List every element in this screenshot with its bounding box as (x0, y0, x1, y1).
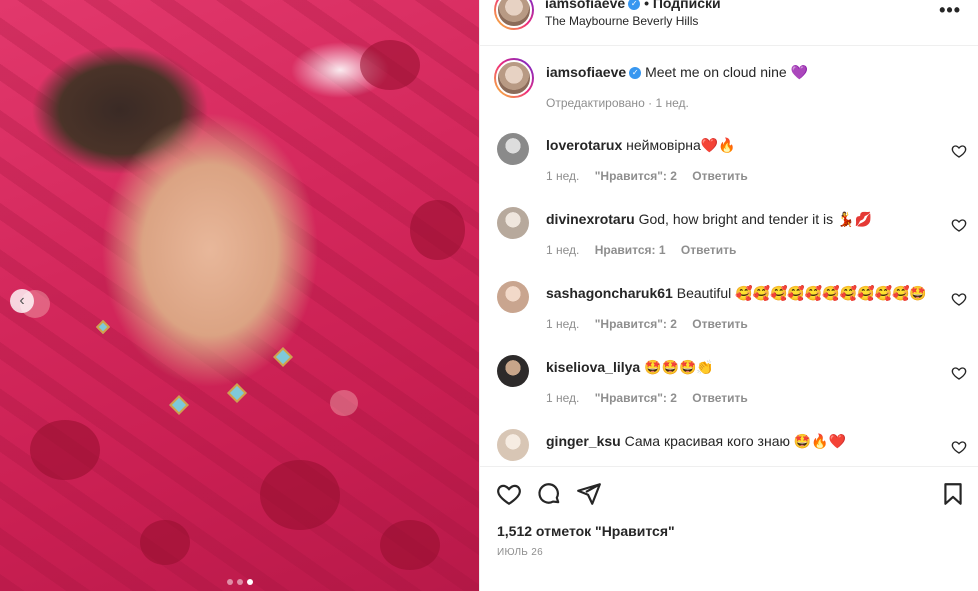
caption-time[interactable]: 1 нед. (655, 96, 688, 110)
fabric-flower (260, 460, 340, 530)
post-photo[interactable]: ‹ (0, 0, 479, 591)
fabric-flower (140, 520, 190, 565)
comment-time[interactable]: 1 нед. (546, 317, 579, 331)
comment-text-row: ginger_ksu Сама красивая кого знаю 🤩🔥❤️ (546, 433, 846, 450)
carousel-prev-button[interactable]: ‹ (10, 289, 34, 313)
comment-body: 🤩🤩🤩👏 (644, 359, 714, 375)
comment-meta: 1 нед. "Нравится": 2 Ответить (546, 169, 748, 183)
avatar[interactable] (497, 133, 529, 165)
comment-meta: 1 нед. "Нравится": 2 Ответить (546, 391, 748, 405)
avatar[interactable] (497, 429, 529, 461)
comment-likes[interactable]: "Нравится": 2 (595, 169, 677, 183)
comment-time[interactable]: 1 нед. (546, 243, 579, 257)
comment-username[interactable]: ginger_ksu (546, 433, 621, 449)
edited-label: Отредактировано (546, 96, 645, 110)
comment-item: ginger_ksu Сама красивая кого знаю 🤩🔥❤️ (497, 429, 967, 465)
comment-body: Beautiful 🥰🥰🥰🥰🥰🥰🥰🥰🥰🥰🤩 (676, 285, 927, 301)
chevron-left-icon: ‹ (19, 292, 25, 309)
header-separator: • (644, 0, 649, 11)
avatar[interactable] (494, 58, 534, 98)
comment-meta: 1 нед. Нравится: 1 Ответить (546, 243, 736, 257)
necklace-bead (169, 395, 189, 415)
header-username[interactable]: iamsofiaeve (545, 0, 625, 11)
bookmark-icon[interactable] (940, 481, 966, 507)
verified-icon: ✓ (628, 0, 641, 11)
comment-time[interactable]: 1 нед. (546, 169, 579, 183)
fabric-flower (360, 40, 420, 90)
reply-button[interactable]: Ответить (692, 317, 747, 331)
comment-body: Сама красивая кого знаю 🤩🔥❤️ (624, 433, 847, 449)
heart-icon[interactable] (951, 143, 967, 159)
comment-username[interactable]: divinexrotaru (546, 211, 635, 227)
comment-item: loverotarux неймовірна❤️🔥 1 нед. "Нравит… (497, 133, 967, 197)
like-heart-icon[interactable] (496, 481, 522, 507)
comment-likes[interactable]: Нравится: 1 (595, 243, 666, 257)
reply-button[interactable]: Ответить (681, 243, 736, 257)
carousel-dot (227, 579, 233, 585)
comment-username[interactable]: kiseliova_lilya (546, 359, 640, 375)
fabric-flower (410, 200, 465, 260)
comment-body: неймовірна❤️🔥 (626, 137, 736, 153)
carousel-dots (227, 579, 253, 585)
reply-button[interactable]: Ответить (692, 169, 747, 183)
comment-text-row: divinexrotaru God, how bright and tender… (546, 211, 872, 228)
caption-text-row: iamsofiaeve ✓ Meet me on cloud nine 💜 (546, 64, 808, 81)
reply-button[interactable]: Ответить (692, 391, 747, 405)
heart-icon[interactable] (951, 365, 967, 381)
comment-text-row: sashagoncharuk61 Beautiful 🥰🥰🥰🥰🥰🥰🥰🥰🥰🥰🤩 (546, 285, 927, 302)
comment-item: kiseliova_lilya 🤩🤩🤩👏 1 нед. "Нравится": … (497, 355, 967, 419)
fabric-flower (30, 420, 100, 480)
comment-item: sashagoncharuk61 Beautiful 🥰🥰🥰🥰🥰🥰🥰🥰🥰🥰🤩 1… (497, 281, 967, 345)
comment-text-row: loverotarux неймовірна❤️🔥 (546, 137, 736, 154)
comment-text-row: kiseliova_lilya 🤩🤩🤩👏 (546, 359, 714, 376)
comment-meta: 1 нед. "Нравится": 2 Ответить (546, 317, 748, 331)
avatar[interactable] (497, 355, 529, 387)
caption-username[interactable]: iamsofiaeve (546, 64, 626, 80)
heart-icon[interactable] (951, 439, 967, 455)
avatar[interactable] (497, 281, 529, 313)
caption-body: Meet me on cloud nine 💜 (645, 64, 809, 80)
heart-icon[interactable] (951, 217, 967, 233)
fabric-flower (380, 520, 440, 570)
header-user-row: iamsofiaeve ✓ • Подписки (545, 0, 721, 11)
avatar[interactable] (494, 0, 534, 30)
comment-time[interactable]: 1 нед. (546, 391, 579, 405)
meta-dot: · (648, 96, 653, 110)
comment-item: divinexrotaru God, how bright and tender… (497, 207, 967, 271)
caption-meta: Отредактировано · 1 нед. (546, 96, 689, 110)
post-details-panel: iamsofiaeve ✓ • Подписки The Maybourne Be… (479, 0, 978, 591)
comment-likes[interactable]: "Нравится": 2 (595, 391, 677, 405)
fabric-flower (330, 390, 358, 416)
avatar[interactable] (497, 207, 529, 239)
carousel-dot-active (247, 579, 253, 585)
verified-icon: ✓ (629, 67, 642, 80)
comment-username[interactable]: sashagoncharuk61 (546, 285, 673, 301)
share-icon[interactable] (576, 481, 602, 507)
necklace-bead (273, 347, 293, 367)
post-header: iamsofiaeve ✓ • Подписки The Maybourne Be… (480, 0, 978, 46)
comment-username[interactable]: loverotarux (546, 137, 622, 153)
more-options-button[interactable]: ••• (939, 0, 961, 21)
comment-likes[interactable]: "Нравится": 2 (595, 317, 677, 331)
necklace-bead (227, 383, 247, 403)
necklace-bead (95, 319, 111, 335)
carousel-dot (237, 579, 243, 585)
heart-icon[interactable] (951, 291, 967, 307)
comment-body: God, how bright and tender it is 💃💋 (638, 211, 872, 227)
likes-count[interactable]: 1,512 отметок "Нравится" (497, 523, 675, 539)
comment-icon[interactable] (536, 481, 562, 507)
post-date[interactable]: ИЮЛЬ 26 (497, 547, 543, 558)
post-actions: 1,512 отметок "Нравится" ИЮЛЬ 26 (480, 466, 978, 591)
following-button[interactable]: Подписки (653, 0, 721, 11)
location-link[interactable]: The Maybourne Beverly Hills (545, 14, 698, 28)
